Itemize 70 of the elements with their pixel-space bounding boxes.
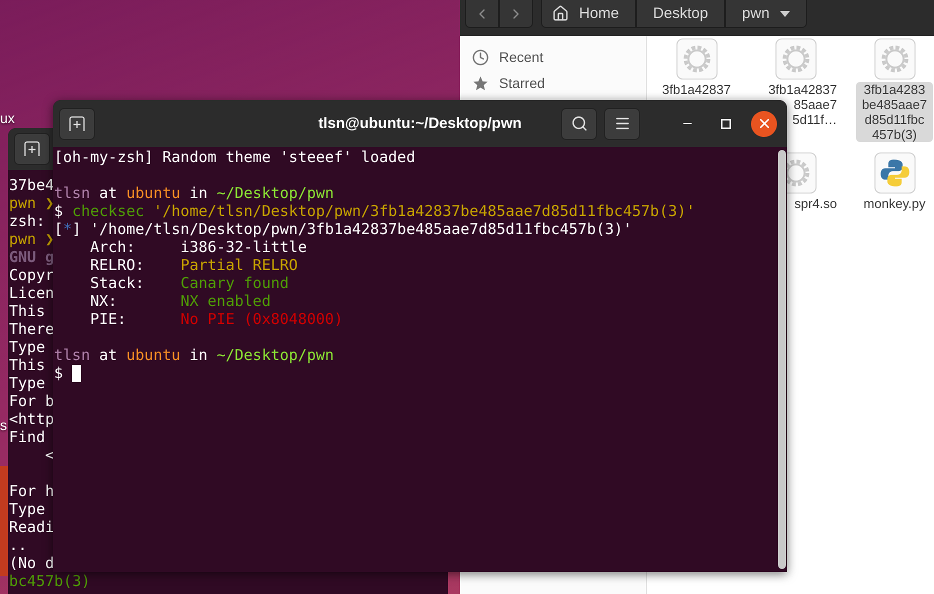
- terminal-line: For b: [9, 392, 54, 410]
- search-icon: [570, 115, 588, 132]
- gear-icon: [774, 38, 816, 80]
- terminal-line: zsh:: [9, 212, 46, 230]
- clock-icon: [472, 48, 489, 66]
- terminal-line: 37be4: [9, 176, 54, 194]
- terminal-line: For h: [9, 482, 54, 500]
- terminal-line: Type: [9, 338, 46, 356]
- terminal-line: Type: [9, 374, 46, 392]
- window-title: tlsn@ubuntu:~/Desktop/pwn: [318, 115, 522, 132]
- file-name[interactable]: 85aae7: [794, 97, 837, 112]
- file-name[interactable]: monkey.py: [858, 196, 932, 211]
- terminal-line: $: [54, 364, 64, 382]
- scrollbar[interactable]: [778, 150, 786, 569]
- terminal-line: GNU g: [9, 248, 54, 266]
- caret-icon: [780, 10, 790, 16]
- terminal-line: ..: [9, 536, 28, 554]
- terminal-line: (No d: [9, 554, 54, 572]
- new-tab-button[interactable]: [14, 133, 50, 165]
- terminal-line: [oh-my-zsh] Random theme 'steeef' loaded: [54, 148, 416, 166]
- star-icon: [472, 74, 489, 92]
- file-name[interactable]: spr4.so: [794, 196, 837, 211]
- maximize-icon: [721, 118, 731, 128]
- file-name[interactable]: 3fb1a42837: [768, 82, 837, 97]
- new-tab-icon: [23, 141, 41, 157]
- path-button[interactable]: pwn: [725, 0, 807, 28]
- terminal-line: There: [9, 320, 54, 338]
- new-tab-button[interactable]: [59, 108, 95, 140]
- desktop-icon-label: s: [0, 417, 7, 433]
- desktop-icon: [0, 466, 8, 576]
- terminal-line: Licen: [9, 284, 54, 302]
- terminal-line: Stack: Canary found: [89, 274, 289, 292]
- terminal-line: <http: [9, 410, 54, 428]
- terminal-line: tlsn at ubuntu in ~/Desktop/pwn: [54, 184, 334, 202]
- terminal-line: tlsn at ubuntu in ~/Desktop/pwn: [54, 346, 334, 364]
- desktop-icon-label: ux: [0, 110, 15, 126]
- menu-button[interactable]: [604, 108, 640, 140]
- terminal-line: [*] '/home/tlsn/Desktop/pwn/3fb1a42837be485aae7d85d11fbc457b(3)': [54, 220, 632, 238]
- menu-icon: [614, 115, 630, 132]
- back-button[interactable]: [465, 0, 499, 28]
- search-button[interactable]: [561, 108, 597, 140]
- terminal-line: RELRO: Partial RELRO: [89, 256, 298, 274]
- file-name[interactable]: 3fb1a42837: [656, 82, 737, 97]
- gear-icon: [676, 38, 718, 80]
- text-cursor: [72, 364, 82, 382]
- gear-icon: [874, 38, 916, 80]
- terminal-line: $ checksec '/home/tlsn/Desktop/pwn/3fb1a42837be485aae7d85d11fbc457b(3)': [54, 202, 696, 220]
- terminal-line: This: [9, 302, 46, 320]
- sidebar-item[interactable]: Starred: [472, 70, 551, 96]
- file-name[interactable]: 5d11f…: [792, 112, 837, 127]
- terminal-line: Type: [9, 500, 46, 518]
- path-button[interactable]: Desktop: [636, 0, 726, 28]
- path-button[interactable]: Home: [541, 0, 636, 28]
- terminal-line: Arch: i386-32-little: [89, 238, 307, 256]
- terminal-line: pwn ❯: [9, 230, 54, 248]
- home-icon: [552, 5, 569, 22]
- terminal-line: bc457b(3): [9, 572, 90, 590]
- terminal-line: Find: [9, 428, 46, 446]
- terminal-line: pwn ❯: [9, 194, 54, 212]
- terminal-line: PIE: No PIE (0x8048000): [89, 310, 343, 328]
- forward-button[interactable]: [499, 0, 533, 28]
- sidebar-item[interactable]: Recent: [472, 44, 550, 70]
- python-icon: [874, 152, 916, 194]
- close-button[interactable]: [751, 110, 777, 136]
- terminal-line: Copyr: [9, 266, 54, 284]
- terminal-line: Readi: [9, 518, 54, 536]
- new-tab-icon: [68, 116, 86, 132]
- terminal-line: NX: NX enabled: [89, 292, 271, 310]
- terminal-line: This: [9, 356, 46, 374]
- file-name[interactable]: 3fb1a4283 be485aae7 d85d11fbc 457b(3): [856, 82, 934, 142]
